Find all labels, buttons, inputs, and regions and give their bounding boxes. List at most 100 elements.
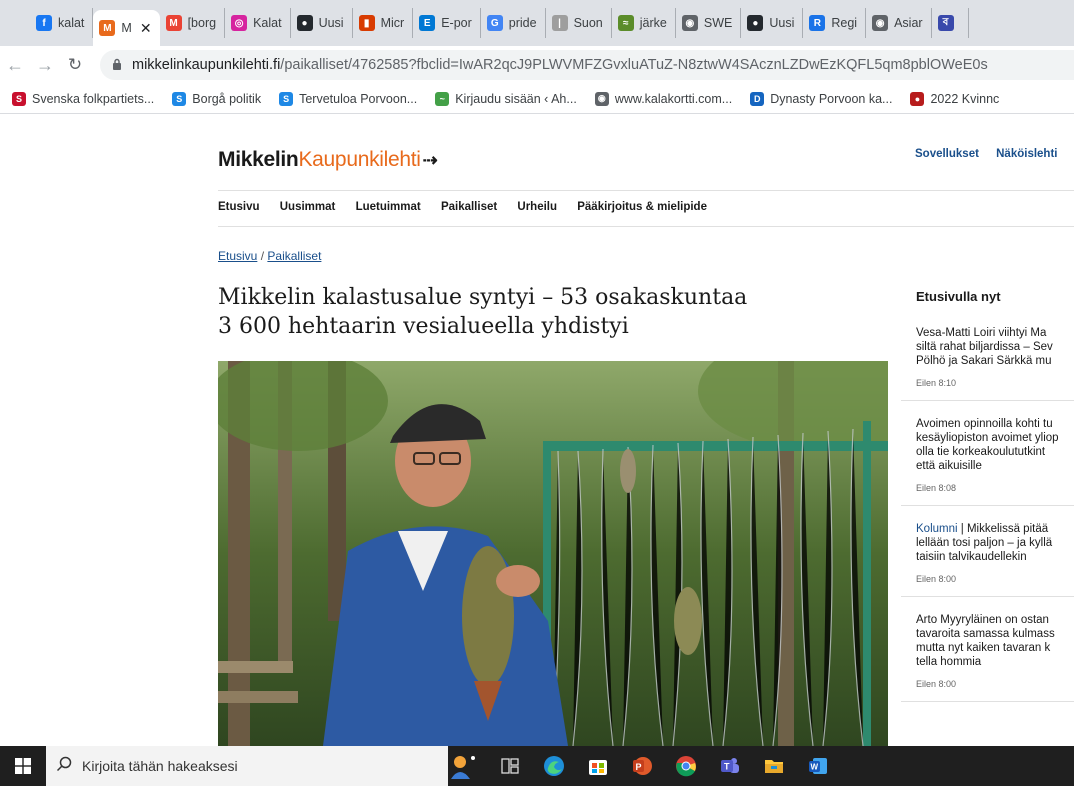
- browser-tab-13[interactable]: ◉ Asiar: [866, 8, 932, 38]
- breadcrumb-home[interactable]: Etusivu: [218, 249, 257, 263]
- sidebar-article-item[interactable]: Arto Myyryläinen on ostan tavaroita samas…: [901, 597, 1074, 702]
- browser-tab-0[interactable]: f kalat: [30, 8, 94, 38]
- sidebar-article-line: olla tie korkeakoulututkint: [916, 446, 1046, 458]
- word-icon[interactable]: W: [796, 746, 840, 786]
- bookmark-label: Dynasty Porvoon ka...: [770, 91, 893, 106]
- google-icon: G: [486, 15, 503, 31]
- lock-icon: [112, 58, 122, 73]
- sidebar-article-line: Pölhö ja Sakari Särkkä mu: [916, 355, 1052, 367]
- tab-title: SWE: [703, 16, 733, 30]
- browser-tab-7[interactable]: Gpride: [481, 8, 546, 38]
- breadcrumb-section[interactable]: Paikalliset: [267, 249, 321, 263]
- edge-icon[interactable]: [532, 746, 576, 786]
- tab-title: Asiar: [894, 16, 923, 30]
- back-button[interactable]: ←: [0, 55, 30, 76]
- registry-icon: R: [809, 15, 826, 31]
- bookmark-label: Tervetuloa Porvoon...: [299, 91, 418, 106]
- link-sovellukset[interactable]: Sovellukset: [915, 148, 979, 160]
- browser-tab-12[interactable]: R Regi: [803, 8, 867, 38]
- nav-urheilu[interactable]: Urheilu: [517, 201, 557, 213]
- browser-tab-11[interactable]: ● Uusi: [741, 8, 804, 38]
- browser-tab-4[interactable]: ● Uusi: [291, 8, 353, 38]
- browser-toolbar: ← → ↻ mikkelinkaupunkilehti.fi/paikallis…: [0, 46, 1074, 84]
- tab-title: M: [121, 21, 132, 35]
- svg-text:W: W: [811, 763, 819, 772]
- nav-etusivu[interactable]: Etusivu: [218, 201, 260, 213]
- sidebar-article-line: kesäyliopiston avoimet yliop: [916, 432, 1059, 444]
- browser-tab-9[interactable]: ≈ järke: [612, 8, 676, 38]
- browser-tab-3[interactable]: ◎ Kalat: [225, 8, 291, 38]
- bookmark-item[interactable]: ~ Kirjaudu sisään ‹ Ah...: [435, 91, 577, 106]
- bookmark-item[interactable]: S Tervetuloa Porvoon...: [279, 91, 418, 106]
- browser-tab-6[interactable]: E E-por: [413, 8, 481, 38]
- cortana-icon[interactable]: [448, 753, 478, 782]
- powerpoint-icon[interactable]: P: [620, 746, 664, 786]
- sidebar-article-line: tella hommia: [916, 656, 982, 668]
- sidebar-article-line: tavaroita samassa kulmass: [916, 628, 1055, 640]
- sidebar-article-item[interactable]: Vesa-Matti Loiri viihtyi Ma siltä rahat b…: [901, 326, 1074, 401]
- bookmark-item[interactable]: ● 2022 Kvinnc: [910, 91, 1000, 106]
- forward-button[interactable]: →: [30, 55, 60, 76]
- sidebar-article-line: Mikkelissä pitää: [966, 523, 1049, 535]
- nav-paikalliset[interactable]: Paikalliset: [441, 201, 497, 213]
- nav-paakirjoitus[interactable]: Pääkirjoitus & mielipide: [577, 201, 707, 213]
- github-icon: ●: [747, 15, 764, 31]
- sidebar-article-line: Avoimen opinnoilla kohti tu: [916, 418, 1053, 430]
- start-button[interactable]: [0, 746, 46, 786]
- browser-tab-8[interactable]: | Suon: [546, 8, 612, 38]
- sidebar-article-line: mutta nyt kaiken tavaran k: [916, 642, 1051, 654]
- sidebar-article-item[interactable]: Kolumni | Mikkelissä pitää lellään tosi p…: [901, 506, 1074, 597]
- browser-tab-5[interactable]: ▮ Micr: [353, 8, 414, 38]
- sidebar-article-item[interactable]: Avoimen opinnoilla kohti tu kesäyliopisto…: [901, 401, 1074, 506]
- tab-title: kalat: [58, 16, 85, 30]
- windows-icon: [15, 758, 31, 774]
- taskbar-search[interactable]: Kirjoita tähän hakeaksesi: [46, 746, 475, 786]
- svg-text:T: T: [724, 762, 730, 772]
- browser-tab-strip: f kalat M M ✕ M [borg ◎ Kalat ● Uusi ▮ Micr E E-por Gpr…: [0, 0, 1074, 46]
- bookmark-label: Kirjaudu sisään ‹ Ah...: [455, 91, 577, 106]
- logo-text-mikkelin: Mikkelin: [218, 148, 299, 171]
- sidebar-article-time: Eilen 8:10: [916, 378, 957, 388]
- headline-line-2: 3 600 hehtaarin vesialueella yhdistyi: [218, 314, 629, 339]
- breadcrumb: Etusivu / Paikalliset: [218, 249, 321, 263]
- sidebar-article-line: että aikuisille: [916, 460, 982, 472]
- bookmark-item[interactable]: D Dynasty Porvoon ka...: [750, 91, 893, 106]
- headline-line-1: Mikkelin kalastusalue syntyi – 53 osakas…: [218, 285, 748, 310]
- file-explorer-icon[interactable]: [752, 746, 796, 786]
- site-logo[interactable]: MikkelinKaupunkilehti ⇢: [218, 148, 438, 172]
- nav-uusimmat[interactable]: Uusimmat: [280, 201, 336, 213]
- sidebar-article-line: Vesa-Matti Loiri viihtyi Ma: [916, 327, 1047, 339]
- chrome-icon[interactable]: [664, 746, 708, 786]
- fishing-icon: ≈: [617, 15, 634, 31]
- link-nakoislehti[interactable]: Näköislehti: [996, 148, 1057, 160]
- bookmark-label: www.kalakortti.com...: [614, 91, 733, 106]
- task-view-icon[interactable]: [488, 746, 532, 786]
- logo-text-kaupunkilehti: Kaupunkilehti: [298, 148, 421, 171]
- browser-tab-10[interactable]: ◉ SWE: [676, 8, 742, 38]
- bookmark-label: 2022 Kvinnc: [930, 91, 1000, 106]
- bookmark-item[interactable]: ◉ www.kalakortti.com...: [594, 91, 733, 106]
- tab-title: [borg: [187, 16, 217, 30]
- bookmark-item[interactable]: S Svenska folkpartiets...: [12, 91, 154, 106]
- sidebar-article-line: lellään tosi paljon – ja kyllä: [916, 537, 1053, 549]
- windows-taskbar: Kirjoita tähän hakeaksesi P T W: [0, 746, 1074, 786]
- sidebar-title: Etusivulla nyt: [901, 283, 1074, 304]
- sidebar-article-title: Avoimen opinnoilla kohti tu kesäyliopisto…: [916, 417, 1074, 473]
- address-bar[interactable]: mikkelinkaupunkilehti.fi/paikalliset/476…: [100, 50, 1074, 80]
- browser-tab-14[interactable]: ব: [932, 8, 969, 38]
- browser-tab-2[interactable]: M [borg: [160, 8, 226, 38]
- bookmark-item[interactable]: S Borgå politik: [172, 91, 261, 106]
- browser-tab-1[interactable]: M M ✕: [93, 10, 160, 46]
- reload-button[interactable]: ↻: [60, 55, 90, 75]
- tab-title: järke: [639, 16, 667, 30]
- tab-title: pride: [508, 16, 537, 30]
- article-photo[interactable]: [218, 361, 888, 746]
- close-tab-icon[interactable]: ✕: [140, 20, 152, 37]
- bookmark-favicon-icon: ~: [435, 91, 450, 106]
- nav-luetuimmat[interactable]: Luetuimmat: [356, 201, 421, 213]
- tab-title: Uusi: [769, 16, 795, 30]
- bookmarks-bar: S Svenska folkpartiets... S Borgå politik S T…: [0, 84, 1074, 114]
- teams-icon[interactable]: T: [708, 746, 752, 786]
- front-page-now-sidebar: Etusivulla nyt Vesa-Matti Loiri viihtyi …: [901, 283, 1074, 702]
- store-icon[interactable]: [576, 746, 620, 786]
